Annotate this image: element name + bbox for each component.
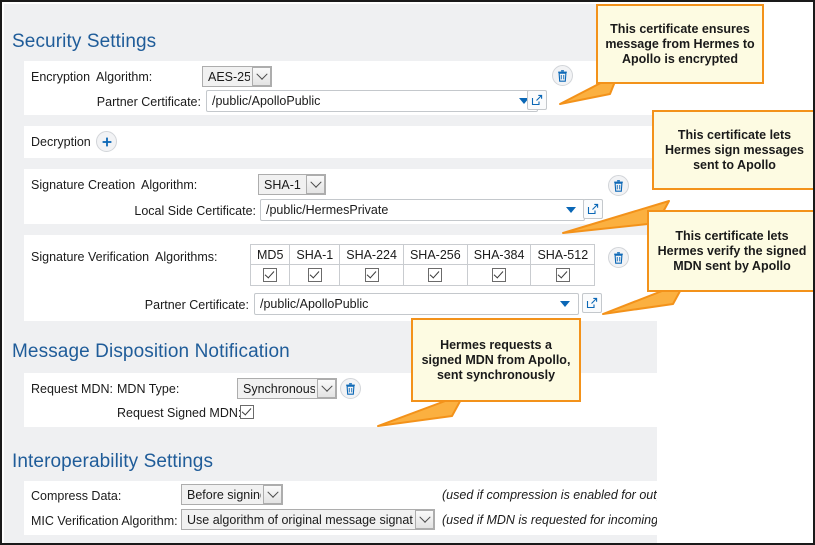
encryption-partner-cert-combo[interactable]: /public/ApolloPublic: [206, 90, 538, 112]
encryption-algorithm-label: Algorithm:: [96, 70, 152, 84]
checkbox-sha256[interactable]: [428, 268, 442, 282]
mdn-type-select[interactable]: Synchronous: [237, 378, 337, 399]
signature-creation-delete-button[interactable]: [608, 175, 629, 196]
algorithm-checkbox-cell[interactable]: [531, 265, 595, 286]
algorithm-name-cell: SHA-512: [531, 245, 595, 265]
encryption-partner-cert-value: /public/ApolloPublic: [212, 94, 519, 108]
interoperability-rows: Compress Data: Before signing (used if c…: [24, 481, 657, 535]
compress-data-hint: (used if compression is enabled for outg…: [442, 488, 657, 502]
callout-sign: This certificate lets Hermes sign messag…: [652, 110, 815, 190]
request-mdn-label: Request MDN:: [31, 382, 113, 396]
signature-creation-algorithm-value: SHA-1: [264, 178, 304, 192]
mic-verification-label: MIC Verification Algorithm:: [31, 514, 178, 528]
algorithm-name-cell: MD5: [251, 245, 290, 265]
trash-icon: [345, 383, 356, 395]
encryption-group-label: Encryption: [31, 70, 90, 84]
checkbox-sha384[interactable]: [492, 268, 506, 282]
decryption-group-label: Decryption: [31, 135, 91, 149]
mdn-type-value: Synchronous: [243, 382, 315, 396]
algorithm-name-cell: SHA-256: [403, 245, 467, 265]
section-header-interop: Interoperability Settings: [12, 451, 213, 473]
signature-creation-group-label: Signature Creation: [31, 178, 135, 192]
checkbox-request-signed-mdn[interactable]: [240, 405, 254, 419]
mdn-type-label: MDN Type:: [117, 382, 179, 396]
mic-verification-hint: (used if MDN is requested for incoming m…: [442, 513, 657, 527]
compress-data-value: Before signing: [187, 488, 261, 502]
section-header-mdn: Message Disposition Notification: [12, 341, 290, 363]
checkbox-sha512[interactable]: [556, 268, 570, 282]
signature-verification-partner-cert-combo[interactable]: /public/ApolloPublic: [254, 293, 579, 315]
chevron-down-icon[interactable]: [252, 67, 271, 86]
mic-verification-select[interactable]: Use algorithm of original message signat…: [181, 509, 435, 530]
checkbox-sha224[interactable]: [365, 268, 379, 282]
algorithm-checkbox-cell[interactable]: [403, 265, 467, 286]
algorithm-checkbox-cell[interactable]: [340, 265, 404, 286]
callout-encrypt: This certificate ensures message from He…: [596, 4, 764, 84]
algorithm-checkbox-cell[interactable]: [251, 265, 290, 286]
settings-page: Security Settings Encryption Algorithm: …: [0, 0, 815, 545]
mic-verification-value: Use algorithm of original message signat…: [187, 513, 413, 527]
plus-icon: [101, 136, 113, 148]
checkbox-md5[interactable]: [263, 268, 277, 282]
callout-mdn: Hermes requests a signed MDN from Apollo…: [411, 318, 581, 402]
signature-verification-row: Signature Verification Algorithms: MD5 S…: [24, 235, 657, 321]
signature-creation-local-cert-value: /public/HermesPrivate: [266, 203, 566, 217]
callout-verify: This certificate lets Hermes verify the …: [647, 210, 815, 292]
signature-creation-algorithm-select[interactable]: SHA-1: [258, 174, 326, 195]
encryption-algorithm-select[interactable]: AES-256: [202, 66, 272, 87]
signature-verification-delete-button[interactable]: [608, 247, 629, 268]
signature-verification-partner-cert-label: Partner Certificate:: [124, 298, 249, 312]
chevron-down-icon[interactable]: [560, 301, 570, 307]
algorithms-checkbox-row: [251, 265, 595, 286]
signature-creation-local-cert-combo[interactable]: /public/HermesPrivate: [260, 199, 585, 221]
encryption-partner-cert-label: Partner Certificate:: [76, 95, 201, 109]
decryption-row: Decryption: [24, 126, 657, 158]
signature-verification-group-label: Signature Verification: [31, 250, 149, 264]
mdn-delete-button[interactable]: [340, 378, 361, 399]
algorithms-header-row: MD5 SHA-1 SHA-224 SHA-256 SHA-384 SHA-51…: [251, 245, 595, 265]
algorithm-name-cell: SHA-224: [340, 245, 404, 265]
decryption-add-button[interactable]: [96, 131, 117, 152]
chevron-down-icon[interactable]: [306, 175, 325, 194]
encryption-algorithm-value: AES-256: [208, 70, 250, 84]
signature-creation-local-cert-label: Local Side Certificate:: [104, 204, 256, 218]
signature-verification-algorithms-label: Algorithms:: [155, 250, 218, 264]
chevron-down-icon[interactable]: [263, 485, 282, 504]
compress-data-select[interactable]: Before signing: [181, 484, 283, 505]
encryption-open-cert-button[interactable]: [527, 90, 547, 110]
request-signed-mdn-label: Request Signed MDN:: [117, 406, 241, 420]
algorithm-checkbox-cell[interactable]: [467, 265, 531, 286]
algorithm-checkbox-cell[interactable]: [290, 265, 340, 286]
external-link-icon: [531, 94, 543, 106]
chevron-down-icon[interactable]: [415, 510, 434, 529]
checkbox-sha1[interactable]: [308, 268, 322, 282]
algorithm-name-cell: SHA-1: [290, 245, 340, 265]
trash-icon: [613, 252, 624, 264]
chevron-down-icon[interactable]: [317, 379, 336, 398]
compress-data-label: Compress Data:: [31, 489, 121, 503]
signature-algorithms-table: MD5 SHA-1 SHA-224 SHA-256 SHA-384 SHA-51…: [250, 244, 595, 286]
section-header-security: Security Settings: [12, 31, 156, 53]
signature-creation-algorithm-label: Algorithm:: [141, 178, 197, 192]
algorithm-name-cell: SHA-384: [467, 245, 531, 265]
signature-verification-partner-cert-value: /public/ApolloPublic: [260, 297, 560, 311]
trash-icon: [613, 180, 624, 192]
